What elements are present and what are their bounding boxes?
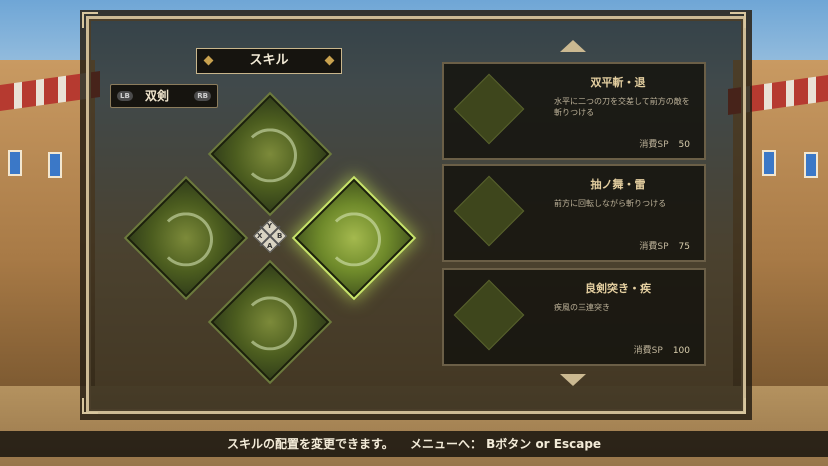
background-window [8,150,22,176]
skill-description: 疾風の三連突き [554,303,610,312]
skill-card[interactable]: 抽ノ舞・雷 前方に回転しながら斬りつける 消費SP 75 [442,164,706,262]
skill-description: 前方に回転しながら斬りつける [554,199,667,208]
skill-slot-icon [243,296,297,351]
controller-button-pad: Y X B A [252,218,288,254]
panel-corner-ornament [82,12,98,28]
skill-name: 良剣突き・疾 [585,282,651,295]
help-bar: スキルの配置を変更できます。 メニューへ： Bボタン or Escape [0,431,828,457]
scroll-down-arrow-icon[interactable] [560,374,586,386]
skill-slot-icon [327,212,381,267]
rb-button-hint[interactable]: RB [194,91,211,101]
skill-cost-label: 消費SP [633,346,663,356]
scroll-up-arrow-icon[interactable] [560,40,586,52]
background-building-left [0,60,95,390]
b-button-label: B [277,232,283,240]
skill-name: 双平斬・退 [590,76,646,89]
title-ornament-left [203,55,214,66]
background-window [804,152,818,178]
skill-cost: 消費SP 75 [639,239,690,252]
title-ornament-right [324,55,335,66]
help-message: スキルの配置を変更できます。 [226,437,394,451]
menu-hint: メニューへ： Bボタン or Escape [409,437,602,451]
lb-button-hint[interactable]: LB [117,91,133,101]
panel-corner-ornament [730,12,746,28]
weapon-selector[interactable]: LB 双剣 RB [110,84,218,108]
skill-card-icon [453,73,525,145]
skill-title-banner: スキル [196,48,342,74]
skill-card[interactable]: 良剣突き・疾 疾風の三連突き 消費SP 100 [442,268,706,366]
skill-cost-label: 消費SP [639,242,669,252]
skill-cost-value: 50 [678,140,690,150]
y-button-label: Y [267,222,273,230]
skill-cost-label: 消費SP [639,140,669,150]
skill-card-icon [453,279,525,351]
skill-cost-value: 75 [678,242,690,252]
page-title: スキル [249,53,289,68]
background-window [48,152,62,178]
skill-cost-value: 100 [672,346,690,356]
background-window [762,150,776,176]
skill-cost: 消費SP 50 [639,137,690,150]
skill-slot-icon [243,128,297,183]
skill-card-icon [453,175,525,247]
a-button-label: A [267,242,273,250]
panel-corner-ornament [82,398,98,414]
skill-description: 水平に二つの刀を交差して前方の敵を斬りつける [554,97,690,117]
panel-corner-ornament [730,398,746,414]
weapon-name: 双剣 [145,89,170,103]
skill-cost: 消費SP 100 [634,343,690,356]
skill-name: 抽ノ舞・雷 [590,178,646,191]
skill-card[interactable]: 双平斬・退 水平に二つの刀を交差して前方の敵を斬りつける 消費SP 50 [442,62,706,160]
x-button-label: X [257,232,263,240]
skill-slot-icon [159,212,213,267]
